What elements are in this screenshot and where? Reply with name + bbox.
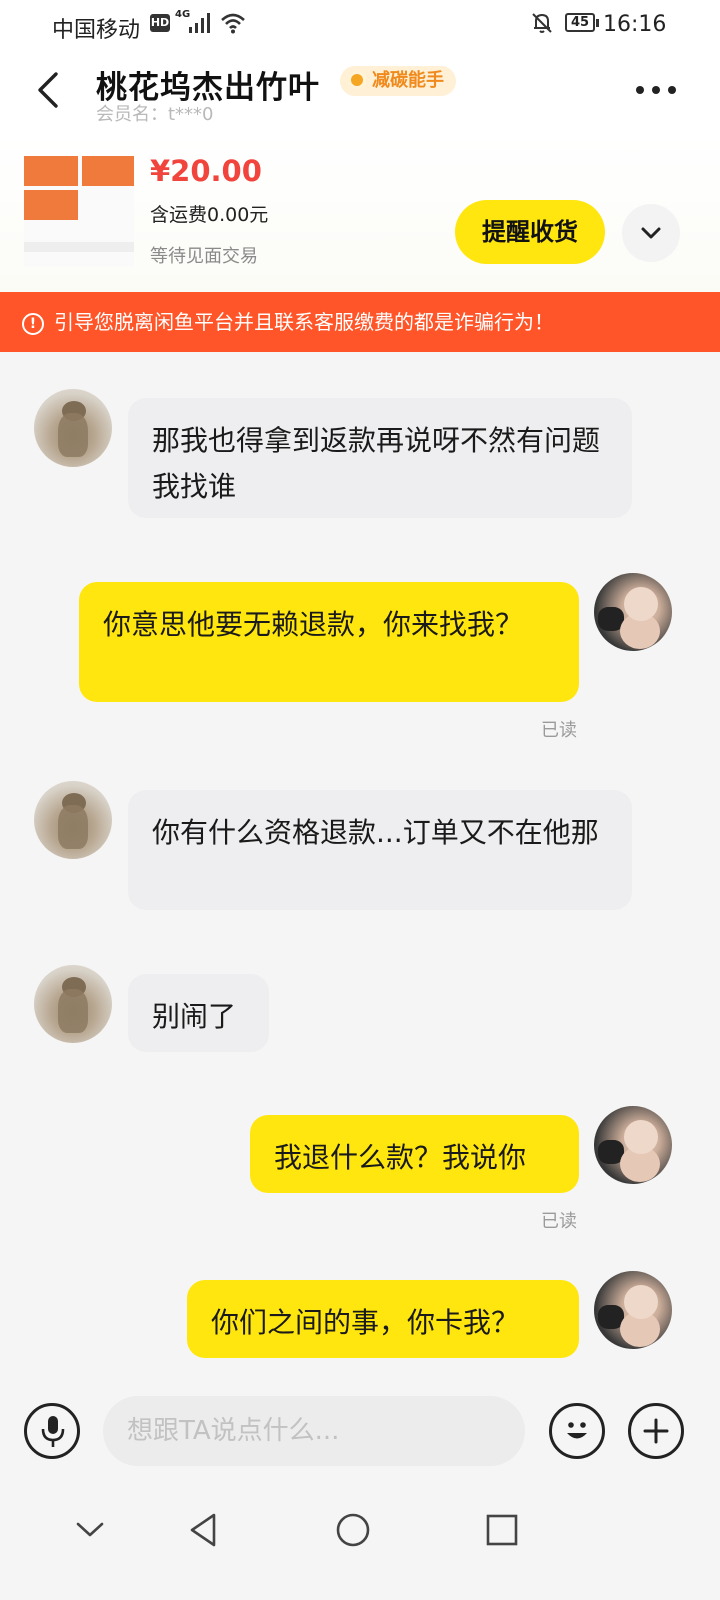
leaf-badge-icon [348,71,366,89]
back-button[interactable] [30,68,70,112]
wifi-icon [221,13,245,34]
battery-indicator: 45 [565,13,599,32]
expand-order-button[interactable] [622,204,680,262]
avatar-self[interactable] [594,1106,672,1184]
plus-icon [643,1418,669,1444]
nav-home-button[interactable] [333,1510,373,1550]
chevron-down-icon [641,227,661,239]
nav-collapse-button[interactable] [70,1510,110,1550]
message-bubble-outgoing[interactable]: 你们之间的事，你卡我？ [187,1280,579,1358]
shipping-fee: 含运费0.00元 [150,204,269,226]
message-bubble-incoming[interactable]: 那我也得拿到返款再说呀不然有问题我找谁 [128,398,632,518]
read-receipt: 已读 [541,1211,577,1232]
avatar-self[interactable] [594,1271,672,1349]
nav-back-button[interactable] [184,1510,224,1550]
message-bubble-incoming[interactable]: 你有什么资格退款...订单又不在他那 [128,790,632,910]
circle-home-icon [336,1513,370,1547]
order-price: ¥20.00 [150,154,262,188]
message-bubble-outgoing[interactable]: 我退什么款？我说你 [250,1115,579,1193]
hd-badge: HD [150,14,170,32]
seller-badge: 减碳能手 [340,66,456,96]
order-status: 等待见面交易 [150,246,258,267]
remind-receipt-button[interactable]: 提醒收货 [455,200,605,264]
signal-icon [189,13,210,33]
smiley-icon [567,1422,587,1439]
member-name: 会员名：t***0 [96,104,214,125]
triangle-back-icon [190,1513,216,1547]
read-receipt: 已读 [541,720,577,741]
seller-badge-label: 减碳能手 [372,70,444,91]
avatar-other[interactable] [34,965,112,1043]
clock-time: 16:16 [603,12,667,37]
fraud-warning-banner: ! 引导您脱离闲鱼平台并且联系客服缴费的都是诈骗行为！ [0,292,720,352]
message-bubble-outgoing[interactable]: 你意思他要无赖退款，你来找我？ [79,582,579,702]
chevron-down-icon [76,1522,104,1537]
carrier-label: 中国移动 [52,18,141,43]
more-dots-icon [636,86,644,94]
status-bar: 中国移动 HD 4G 45 16:16 [0,0,720,50]
more-options-button[interactable] [628,78,684,102]
product-thumbnail[interactable] [24,156,134,266]
warning-icon: ! [22,313,44,335]
emoji-button[interactable] [549,1403,605,1459]
avatar-other[interactable] [34,389,112,467]
voice-button[interactable] [24,1403,80,1459]
square-recents-icon [486,1514,518,1546]
mute-bell-icon [532,13,552,33]
message-bubble-incoming[interactable]: 别闹了 [128,974,269,1052]
fraud-warning-text: 引导您脱离闲鱼平台并且联系客服缴费的都是诈骗行为！ [54,310,554,334]
microphone-icon [41,1416,65,1447]
chevron-left-icon [38,72,58,108]
avatar-self[interactable] [594,573,672,651]
plus-button[interactable] [628,1403,684,1459]
message-input[interactable] [103,1396,525,1466]
avatar-other[interactable] [34,781,112,859]
nav-recents-button[interactable] [482,1510,522,1550]
